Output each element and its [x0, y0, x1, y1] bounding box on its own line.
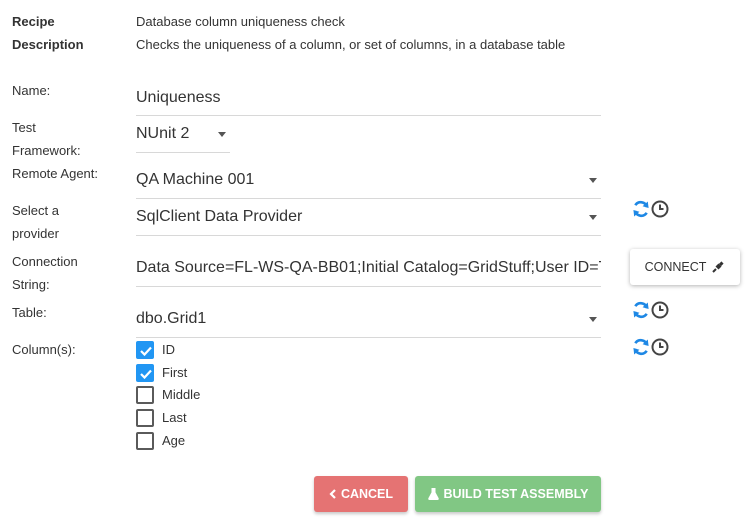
provider-select[interactable]: SqlClient Data Provider	[136, 200, 601, 236]
history-icon[interactable]	[650, 337, 670, 357]
cancel-label: CANCEL	[340, 487, 394, 501]
column-label: Last	[162, 410, 187, 425]
connection-label-line1: Connection	[12, 254, 78, 269]
provider-actions	[631, 199, 671, 219]
chevron-down-icon	[589, 317, 597, 322]
history-icon[interactable]	[650, 199, 670, 219]
refresh-icon[interactable]	[631, 199, 651, 219]
framework-label-line2: Framework:	[12, 143, 81, 158]
checkbox[interactable]	[136, 386, 154, 404]
build-test-assembly-button[interactable]: BUILD TEST ASSEMBLY	[415, 476, 601, 512]
cancel-button[interactable]: CANCEL	[314, 476, 408, 512]
column-label: Age	[162, 433, 186, 448]
provider-value: SqlClient Data Provider	[136, 208, 303, 225]
refresh-icon[interactable]	[631, 337, 651, 357]
column-label: ID	[162, 342, 175, 357]
name-input[interactable]: Uniqueness	[136, 80, 601, 116]
check-icon	[140, 346, 152, 357]
framework-select[interactable]: NUnit 2	[136, 117, 230, 153]
recipe-label: Recipe	[12, 14, 55, 29]
checkbox[interactable]	[136, 432, 154, 450]
name-label: Name:	[12, 83, 51, 98]
table-select[interactable]: dbo.Grid1	[136, 302, 601, 338]
provider-label-line1: Select a	[12, 203, 59, 218]
framework-label-line1: Test	[12, 120, 36, 135]
recipe-description: Checks the uniqueness of a column, or se…	[136, 37, 566, 52]
table-label: Table:	[12, 305, 47, 320]
chevron-down-icon	[589, 178, 597, 183]
agent-label: Remote Agent:	[12, 166, 98, 181]
connection-string-input[interactable]: Data Source=FL-WS-QA-BB01;Initial Catalo…	[136, 251, 601, 287]
check-icon	[140, 369, 152, 380]
history-icon[interactable]	[650, 300, 670, 320]
connection-label-line2: String:	[12, 277, 50, 292]
columns-actions	[631, 337, 671, 357]
chevron-down-icon	[589, 215, 597, 220]
flask-icon	[427, 488, 439, 500]
column-label: First	[162, 365, 188, 380]
provider-label-line2: provider	[12, 226, 59, 241]
checkbox[interactable]	[136, 364, 154, 382]
chevron-down-icon	[218, 132, 226, 137]
chevron-left-icon	[329, 489, 336, 499]
checkbox[interactable]	[136, 409, 154, 427]
checkbox[interactable]	[136, 341, 154, 359]
table-actions	[631, 300, 671, 320]
plug-icon	[712, 261, 724, 273]
recipe-name: Database column uniqueness check	[136, 14, 345, 29]
connect-label: CONNECT	[644, 260, 707, 274]
agent-value: QA Machine 001	[136, 171, 255, 188]
framework-value: NUnit 2	[136, 125, 190, 142]
refresh-icon[interactable]	[631, 300, 651, 320]
columns-label: Column(s):	[12, 342, 76, 357]
connection-string-value: Data Source=FL-WS-QA-BB01;Initial Catalo…	[136, 259, 601, 276]
build-label: BUILD TEST ASSEMBLY	[443, 487, 589, 501]
description-label: Description	[12, 37, 84, 52]
name-value: Uniqueness	[136, 89, 221, 106]
table-value: dbo.Grid1	[136, 310, 207, 327]
column-label: Middle	[162, 387, 201, 402]
agent-select[interactable]: QA Machine 001	[136, 163, 601, 199]
connect-button[interactable]: CONNECT	[630, 249, 740, 285]
